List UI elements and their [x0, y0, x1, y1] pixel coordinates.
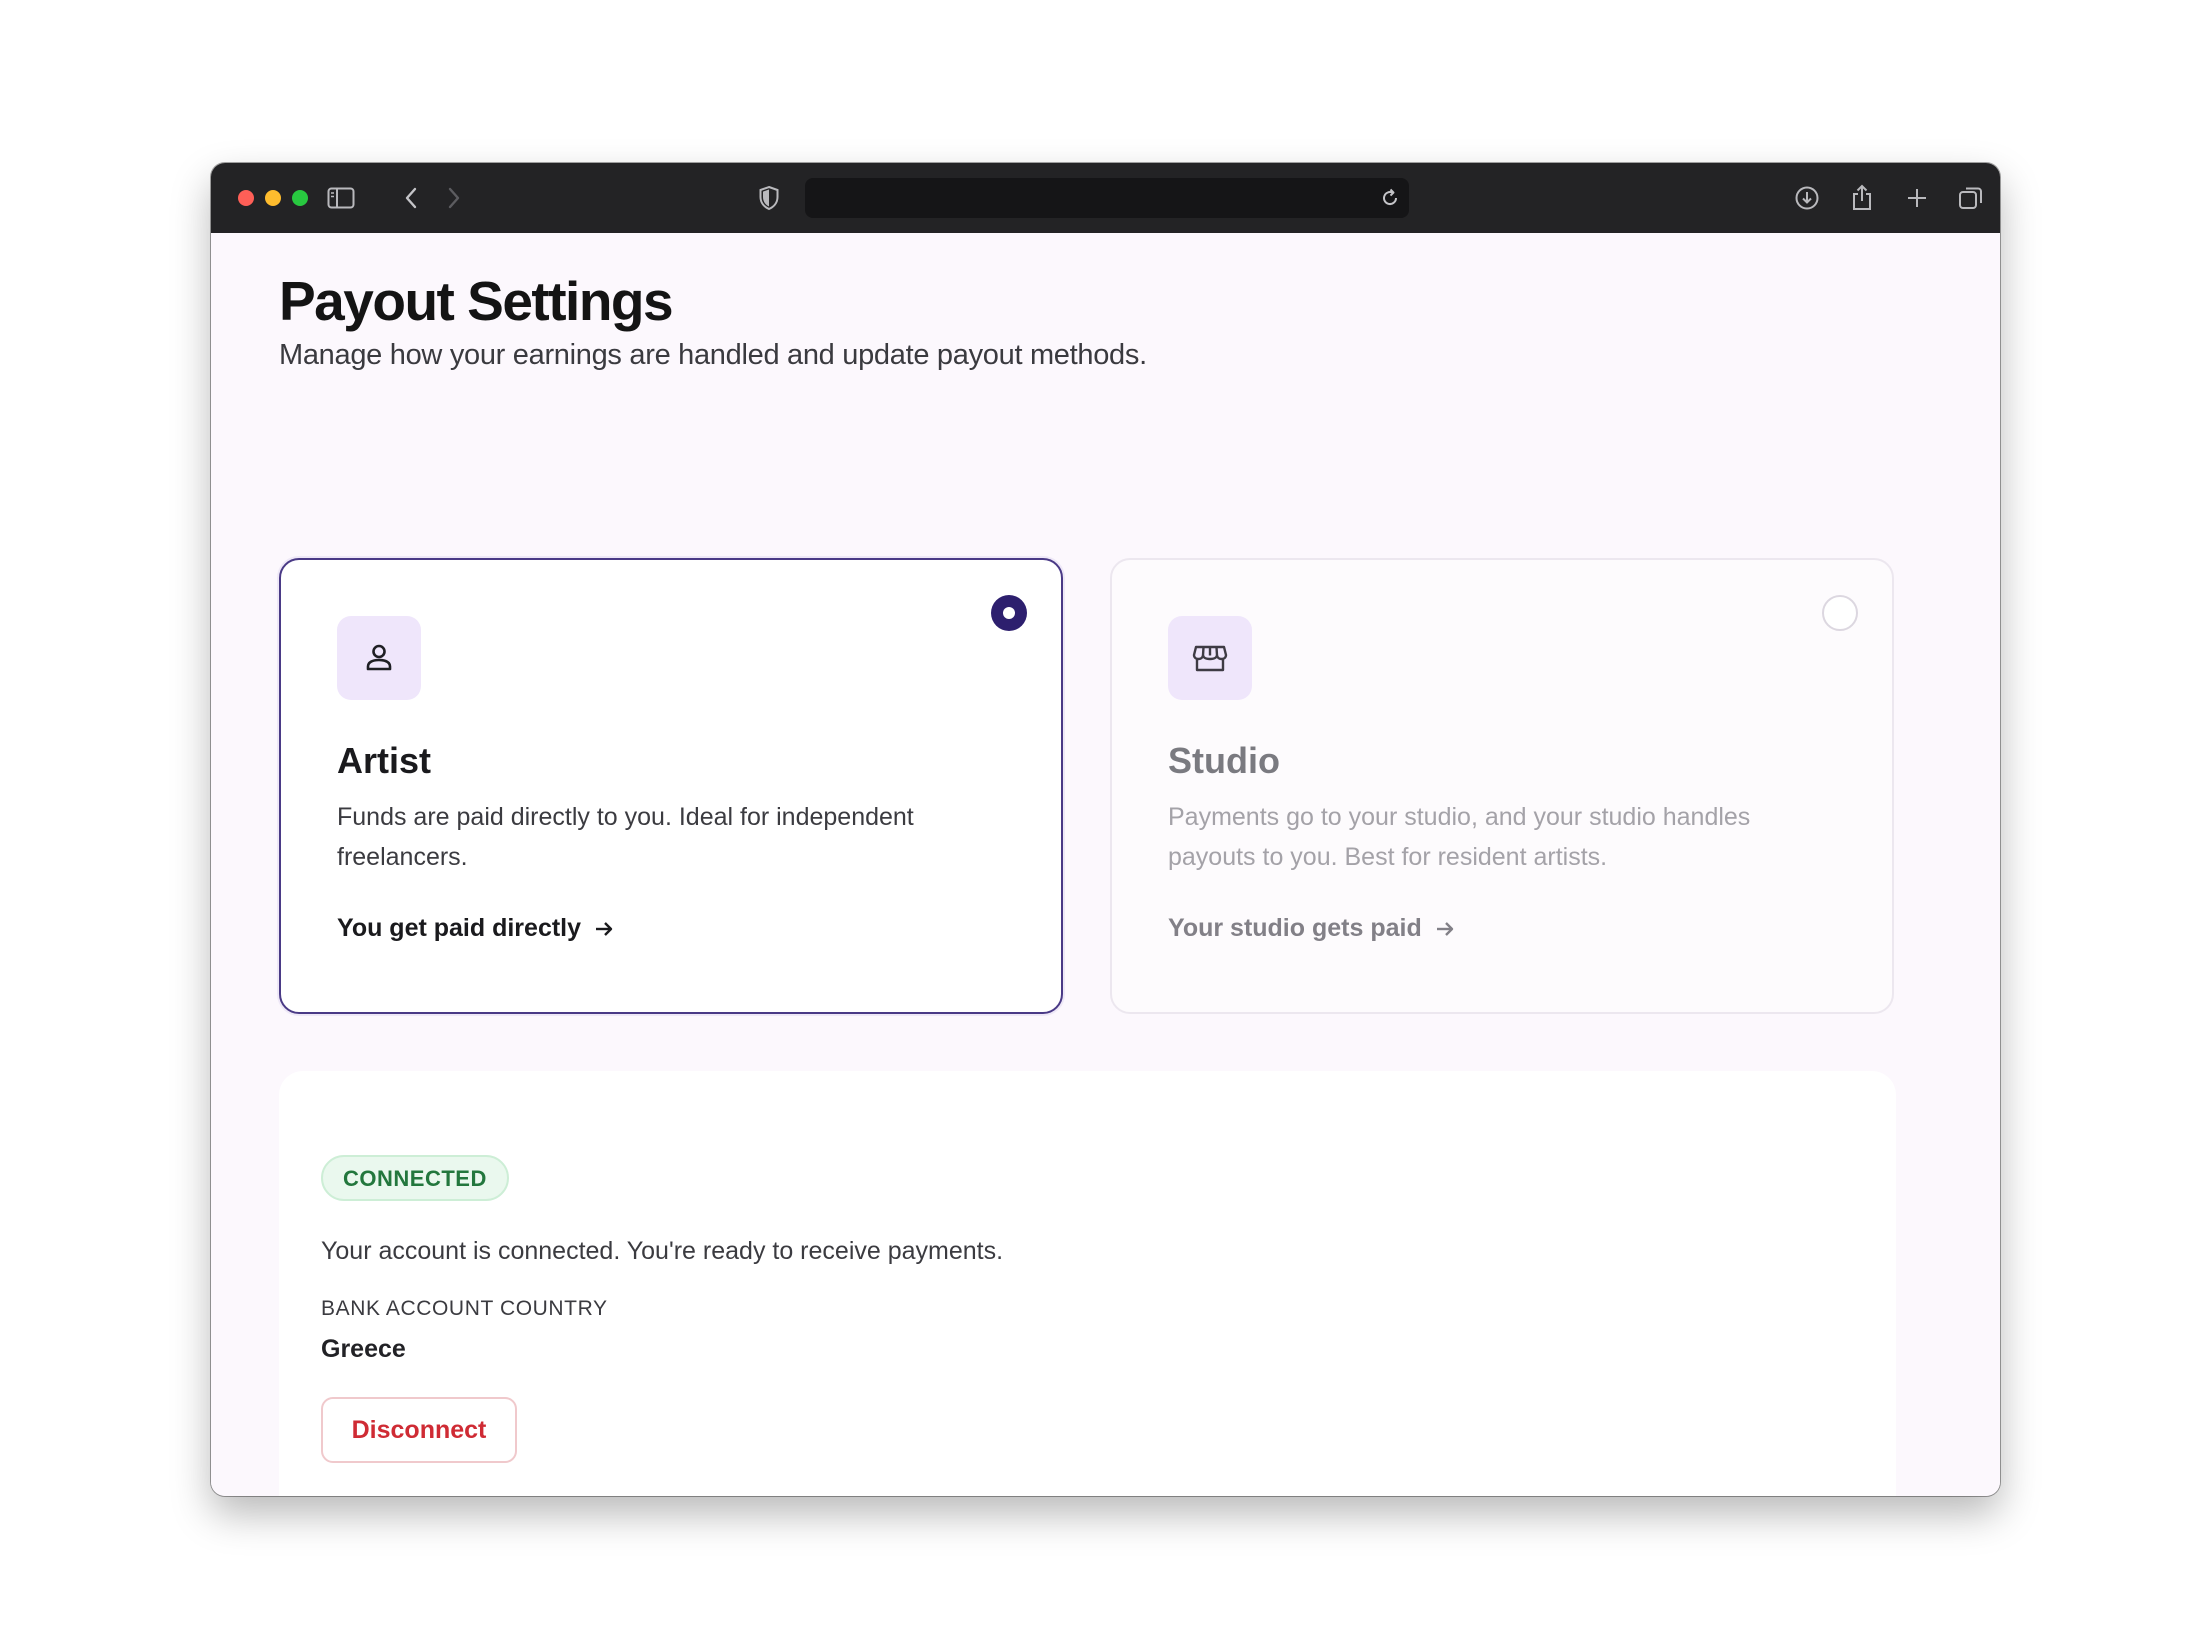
connection-status-text: Your account is connected. You're ready …	[321, 1237, 1004, 1265]
option-link-artist[interactable]: You get paid directly	[337, 914, 615, 943]
close-window-button[interactable]	[238, 190, 254, 206]
bank-country-label: BANK ACCOUNT COUNTRY	[321, 1297, 608, 1320]
option-description: Payments go to your studio, and your stu…	[1168, 803, 1751, 871]
downloads-icon[interactable]	[1792, 183, 1822, 213]
arrow-right-icon	[1436, 921, 1453, 936]
option-link-label: Your studio gets paid	[1168, 914, 1422, 942]
option-title: Studio	[1168, 740, 1280, 781]
user-icon	[366, 644, 392, 671]
option-description: Funds are paid directly to you. Ideal fo…	[337, 803, 914, 871]
forward-icon[interactable]	[439, 183, 469, 213]
disconnect-button[interactable]: Disconnect	[321, 1397, 517, 1463]
new-tab-icon[interactable]	[1902, 183, 1932, 213]
maximize-window-button[interactable]	[292, 190, 308, 206]
artist-icon-box	[337, 616, 421, 700]
reload-icon[interactable]	[1375, 183, 1405, 213]
back-icon[interactable]	[396, 183, 426, 213]
bank-country-value: Greece	[321, 1335, 406, 1363]
page-content: Payout Settings Manage how your earnings…	[211, 233, 2000, 1496]
share-icon[interactable]	[1847, 183, 1877, 213]
address-bar[interactable]	[805, 178, 1409, 218]
connection-panel: CONNECTED Your account is connected. You…	[279, 1071, 1896, 1496]
artist-radio[interactable]	[991, 595, 1027, 631]
studio-icon-box	[1168, 616, 1252, 700]
browser-toolbar	[211, 163, 2000, 234]
sidebar-toggle-icon[interactable]	[326, 183, 356, 213]
page-title: Payout Settings	[279, 270, 674, 332]
studio-radio[interactable]	[1822, 595, 1858, 631]
arrow-right-icon	[596, 921, 613, 936]
page-subtitle: Manage how your earnings are handled and…	[279, 339, 1147, 371]
minimize-window-button[interactable]	[265, 190, 281, 206]
browser-window: Payout Settings Manage how your earnings…	[211, 163, 2000, 1496]
tab-overview-icon[interactable]	[1956, 183, 1986, 213]
option-link-label: You get paid directly	[337, 914, 582, 942]
option-card-artist[interactable]: Artist Funds are paid directly to you. I…	[279, 558, 1063, 1014]
option-link-studio[interactable]: Your studio gets paid	[1168, 914, 1456, 943]
storefront-icon	[1192, 645, 1228, 672]
privacy-shield-icon[interactable]	[754, 183, 784, 213]
status-badge: CONNECTED	[321, 1155, 509, 1201]
option-card-studio[interactable]: Studio Payments go to your studio, and y…	[1110, 558, 1894, 1014]
option-title: Artist	[337, 740, 432, 781]
